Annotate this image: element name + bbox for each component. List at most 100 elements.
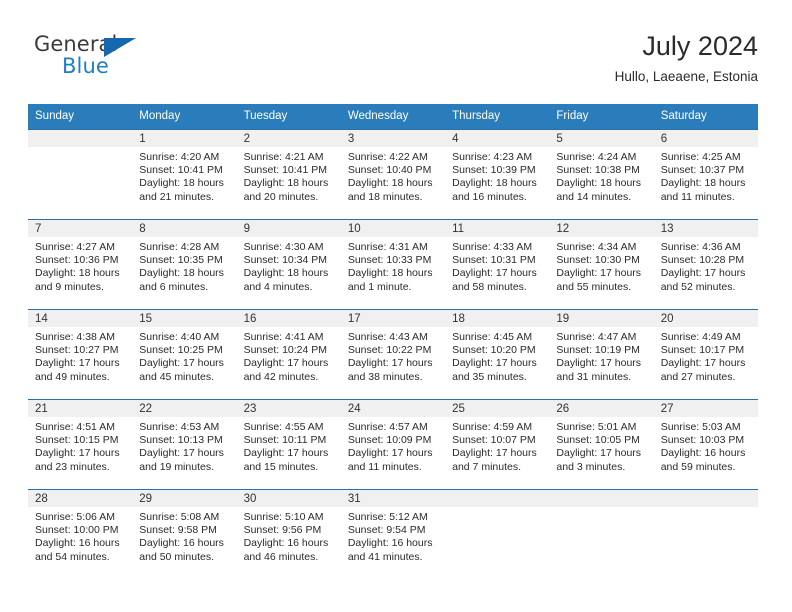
sunset-text: Sunset: 10:34 PM [243, 254, 328, 267]
day-cell[interactable]: 5 Sunrise: 4:24 AM Sunset: 10:38 PM Dayl… [549, 130, 654, 219]
sunset-text: Sunset: 10:22 PM [347, 344, 432, 357]
weekday-header-sunday: Sunday [35, 110, 75, 122]
sunset-text: Sunset: 10:38 PM [556, 164, 640, 177]
day-cell[interactable]: 17 Sunrise: 4:43 AM Sunset: 10:22 PM Day… [340, 310, 446, 399]
daylight-text-line2: and 49 minutes. [35, 370, 110, 383]
day-cell[interactable]: 25 Sunrise: 4:59 AM Sunset: 10:07 PM Day… [445, 400, 550, 489]
day-cell[interactable]: 27 Sunrise: 5:03 AM Sunset: 10:03 PM Day… [653, 400, 758, 489]
day-cell[interactable]: 21 Sunrise: 4:51 AM Sunset: 10:15 PM Day… [28, 400, 133, 489]
sunset-text: Sunset: 10:35 PM [139, 254, 223, 267]
day-cell[interactable]: 19 Sunrise: 4:47 AM Sunset: 10:19 PM Day… [549, 310, 654, 399]
day-cell[interactable]: 30 Sunrise: 5:10 AM Sunset: 9:56 PM Dayl… [236, 490, 341, 579]
day-cell[interactable]: 29 Sunrise: 5:08 AM Sunset: 9:58 PM Dayl… [132, 490, 237, 579]
day-cell[interactable]: 16 Sunrise: 4:41 AM Sunset: 10:24 PM Day… [236, 310, 341, 399]
sunrise-text: Sunrise: 4:30 AM [243, 241, 324, 253]
day-cell[interactable]: 26 Sunrise: 5:01 AM Sunset: 10:05 PM Day… [549, 400, 654, 489]
day-cell[interactable]: 1 Sunrise: 4:20 AM Sunset: 10:41 PM Dayl… [132, 130, 237, 219]
daylight-text-line1: Daylight: 18 hours [556, 177, 642, 190]
day-number: 22 [132, 400, 237, 417]
day-number: 18 [445, 310, 550, 327]
sunset-text: Sunset: 10:25 PM [139, 344, 223, 357]
daylight-text-line2: and 38 minutes. [347, 370, 423, 383]
day-details: Sunrise: 4:25 AM Sunset: 10:37 PM Daylig… [654, 147, 758, 204]
daylight-text-line1: Daylight: 18 hours [139, 267, 224, 280]
daylight-text-line1: Daylight: 17 hours [139, 447, 224, 460]
sunset-text: Sunset: 10:30 PM [556, 254, 640, 267]
sunset-text: Sunset: 10:13 PM [139, 434, 223, 447]
day-cell[interactable] [28, 130, 133, 219]
day-cell[interactable]: 31 Sunrise: 5:12 AM Sunset: 9:54 PM Dayl… [340, 490, 446, 579]
daylight-text-line1: Daylight: 17 hours [556, 447, 642, 460]
daylight-text-line2: and 19 minutes. [139, 460, 214, 473]
sunrise-text: Sunrise: 5:12 AM [347, 511, 428, 523]
day-cell[interactable]: 14 Sunrise: 4:38 AM Sunset: 10:27 PM Day… [28, 310, 133, 399]
logo-text-blue: Blue [62, 54, 109, 78]
sunrise-text: Sunrise: 4:49 AM [660, 331, 741, 343]
day-cell[interactable]: 20 Sunrise: 4:49 AM Sunset: 10:17 PM Day… [653, 310, 758, 399]
day-cell[interactable]: 6 Sunrise: 4:25 AM Sunset: 10:37 PM Dayl… [653, 130, 758, 219]
daylight-text-line2: and 1 minute. [347, 280, 412, 293]
calendar-page: General Blue July 2024 Hullo, Laeaene, E… [0, 0, 792, 612]
day-details: Sunrise: 4:57 AM Sunset: 10:09 PM Daylig… [341, 417, 445, 474]
daylight-text-line1: Daylight: 17 hours [347, 447, 433, 460]
daylight-text-line1: Daylight: 17 hours [243, 357, 329, 370]
day-cell[interactable]: 12 Sunrise: 4:34 AM Sunset: 10:30 PM Day… [549, 220, 654, 309]
daylight-text-line1: Daylight: 18 hours [660, 177, 746, 190]
daylight-text-line2: and 54 minutes. [35, 550, 110, 563]
sunset-text: Sunset: 9:58 PM [139, 524, 217, 537]
day-details: Sunrise: 5:10 AM Sunset: 9:56 PM Dayligh… [237, 507, 341, 564]
sunrise-text: Sunrise: 4:55 AM [243, 421, 324, 433]
daylight-text-line1: Daylight: 16 hours [660, 447, 746, 460]
sunrise-text: Sunrise: 4:31 AM [347, 241, 428, 253]
day-details: Sunrise: 4:43 AM Sunset: 10:22 PM Daylig… [341, 327, 445, 384]
daylight-text-line1: Daylight: 17 hours [660, 267, 746, 280]
weekday-header-tuesday: Tuesday [243, 110, 288, 122]
daylight-text-line1: Daylight: 16 hours [243, 537, 329, 550]
day-number: 4 [445, 130, 550, 147]
day-cell[interactable]: 4 Sunrise: 4:23 AM Sunset: 10:39 PM Dayl… [445, 130, 550, 219]
day-number [445, 490, 550, 507]
sunset-text: Sunset: 10:39 PM [452, 164, 536, 177]
daylight-text-line2: and 27 minutes. [660, 370, 736, 383]
day-cell[interactable]: 23 Sunrise: 4:55 AM Sunset: 10:11 PM Day… [236, 400, 341, 489]
day-number: 30 [236, 490, 341, 507]
day-details: Sunrise: 4:47 AM Sunset: 10:19 PM Daylig… [549, 327, 653, 384]
day-cell[interactable]: 11 Sunrise: 4:33 AM Sunset: 10:31 PM Day… [445, 220, 550, 309]
general-blue-logo[interactable]: General Blue [34, 32, 154, 88]
daylight-text-line1: Daylight: 17 hours [556, 357, 642, 370]
sunrise-text: Sunrise: 5:10 AM [243, 511, 324, 523]
day-number: 2 [236, 130, 341, 147]
day-cell[interactable]: 7 Sunrise: 4:27 AM Sunset: 10:36 PM Dayl… [28, 220, 133, 309]
sunrise-text: Sunrise: 4:28 AM [139, 241, 220, 253]
day-number: 13 [653, 220, 758, 237]
day-details: Sunrise: 4:41 AM Sunset: 10:24 PM Daylig… [237, 327, 341, 384]
day-number: 3 [340, 130, 446, 147]
day-details: Sunrise: 5:06 AM Sunset: 10:00 PM Daylig… [28, 507, 132, 564]
day-cell[interactable] [549, 490, 654, 579]
day-number: 26 [549, 400, 654, 417]
sunset-text: Sunset: 10:07 PM [452, 434, 536, 447]
daylight-text-line2: and 42 minutes. [243, 370, 319, 383]
day-cell[interactable]: 9 Sunrise: 4:30 AM Sunset: 10:34 PM Dayl… [236, 220, 341, 309]
day-cell[interactable]: 3 Sunrise: 4:22 AM Sunset: 10:40 PM Dayl… [340, 130, 446, 219]
daylight-text-line2: and 45 minutes. [139, 370, 214, 383]
day-details [445, 507, 549, 511]
daylight-text-line1: Daylight: 17 hours [243, 447, 329, 460]
day-details: Sunrise: 5:01 AM Sunset: 10:05 PM Daylig… [549, 417, 653, 474]
day-number: 8 [132, 220, 237, 237]
day-cell[interactable]: 24 Sunrise: 4:57 AM Sunset: 10:09 PM Day… [340, 400, 446, 489]
sunrise-text: Sunrise: 4:41 AM [243, 331, 324, 343]
day-cell[interactable]: 28 Sunrise: 5:06 AM Sunset: 10:00 PM Day… [28, 490, 133, 579]
day-cell[interactable]: 22 Sunrise: 4:53 AM Sunset: 10:13 PM Day… [132, 400, 237, 489]
day-cell[interactable]: 13 Sunrise: 4:36 AM Sunset: 10:28 PM Day… [653, 220, 758, 309]
sunset-text: Sunset: 10:27 PM [35, 344, 119, 357]
day-cell[interactable]: 8 Sunrise: 4:28 AM Sunset: 10:35 PM Dayl… [132, 220, 237, 309]
weekday-header-saturday: Saturday [660, 110, 707, 122]
day-cell[interactable] [445, 490, 550, 579]
day-cell[interactable]: 15 Sunrise: 4:40 AM Sunset: 10:25 PM Day… [132, 310, 237, 399]
day-cell[interactable]: 10 Sunrise: 4:31 AM Sunset: 10:33 PM Day… [340, 220, 446, 309]
day-cell[interactable]: 2 Sunrise: 4:21 AM Sunset: 10:41 PM Dayl… [236, 130, 341, 219]
day-number: 31 [340, 490, 446, 507]
day-cell[interactable]: 18 Sunrise: 4:45 AM Sunset: 10:20 PM Day… [445, 310, 550, 399]
day-cell[interactable] [653, 490, 758, 579]
